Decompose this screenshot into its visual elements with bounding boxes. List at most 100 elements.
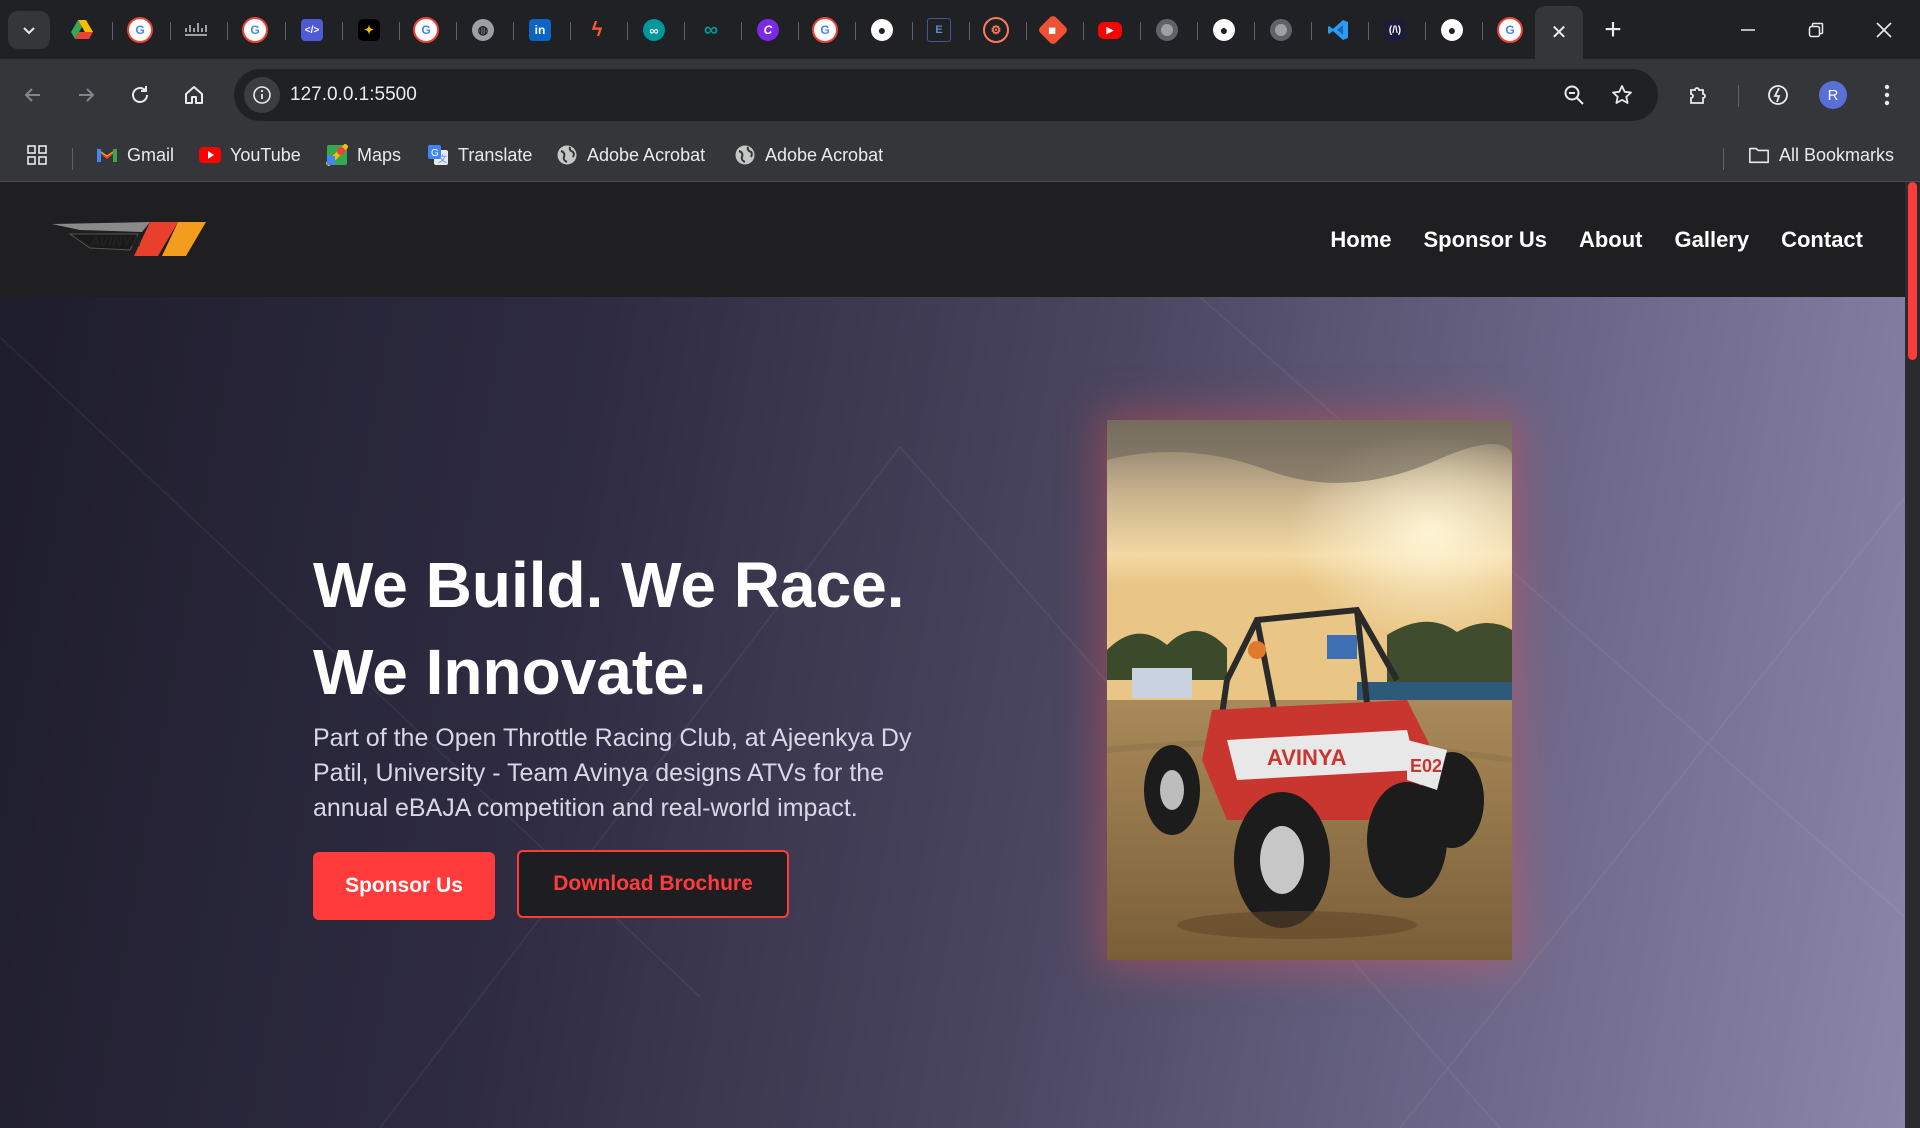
extensions-button[interactable] <box>1679 75 1719 115</box>
menu-button[interactable] <box>1867 75 1907 115</box>
google-drive-icon <box>71 20 93 39</box>
tab[interactable]: G <box>235 10 275 50</box>
tab[interactable]: in <box>520 10 560 50</box>
bookmark-youtube[interactable]: YouTube <box>199 140 301 170</box>
browser-toolbar: 127.0.0.1:5500 R <box>0 59 1920 130</box>
tab-strip: G G </> ✦ G ◍ in ϟ ∞ ∞ C G ● E ⚙ ◆ ▶ ● (… <box>0 0 1920 59</box>
restore-button[interactable] <box>1782 0 1850 59</box>
tab[interactable]: C <box>748 10 788 50</box>
avatar: R <box>1819 81 1847 109</box>
tab[interactable]: G <box>1490 10 1530 50</box>
bookmark-adobe-acrobat[interactable]: Adobe Acrobat <box>556 140 705 170</box>
apps-grid-icon <box>27 145 47 165</box>
minimize-button[interactable] <box>1714 0 1782 59</box>
linkedin-icon: in <box>529 19 551 41</box>
bookmark-label: Gmail <box>127 144 175 165</box>
bookmark-star-button[interactable] <box>1606 79 1638 111</box>
svg-text:文: 文 <box>438 153 447 164</box>
google-icon: G <box>1497 17 1523 43</box>
new-tab-button[interactable]: + <box>1593 12 1633 48</box>
svg-text:AVINYA: AVINYA <box>89 233 141 249</box>
page-viewport: AVINYA Home Sponsor Us About Gallery Con… <box>0 182 1920 1128</box>
chevron-down-icon <box>23 27 35 35</box>
tab[interactable] <box>1318 10 1358 50</box>
main-nav: Home Sponsor Us About Gallery Contact <box>1330 182 1863 297</box>
home-button[interactable] <box>174 75 214 115</box>
globe-icon: ◍ <box>472 19 494 41</box>
nav-about[interactable]: About <box>1579 227 1643 253</box>
nav-contact[interactable]: Contact <box>1781 227 1863 253</box>
atv-photo-image: AVINYA E02 <box>1107 420 1512 960</box>
team-logo[interactable]: AVINYA <box>50 216 210 264</box>
tab[interactable]: ● <box>862 10 902 50</box>
git-icon: ◆ <box>1037 14 1069 46</box>
kebab-menu-icon <box>1884 84 1890 106</box>
close-icon[interactable]: ✕ <box>1551 20 1568 45</box>
download-brochure-button[interactable]: Download Brochure <box>517 850 789 918</box>
folder-icon <box>1748 144 1770 166</box>
tab[interactable]: G <box>120 10 160 50</box>
zoom-button[interactable] <box>1558 79 1590 111</box>
page-scrollbar[interactable] <box>1905 182 1920 1128</box>
fire-icon: ✦ <box>358 19 380 41</box>
home-icon <box>185 86 203 104</box>
chrome-icon <box>1270 19 1292 41</box>
scrollbar-thumb[interactable] <box>1908 182 1917 360</box>
active-tab[interactable]: ✕ <box>1535 6 1583 59</box>
address-bar[interactable]: 127.0.0.1:5500 <box>234 69 1658 121</box>
tab[interactable]: </> <box>292 10 332 50</box>
tab[interactable]: ◆ <box>1033 10 1073 50</box>
tab[interactable]: E <box>919 10 959 50</box>
reload-button[interactable] <box>120 75 160 115</box>
star-icon <box>1612 85 1632 104</box>
bookmark-maps[interactable]: Maps <box>326 140 401 170</box>
tab[interactable]: ● <box>1204 10 1244 50</box>
tab[interactable]: ◍ <box>463 10 503 50</box>
forward-button[interactable] <box>66 75 106 115</box>
bookmark-translate[interactable]: G文 Translate <box>427 140 532 170</box>
nav-sponsor-us[interactable]: Sponsor Us <box>1424 227 1547 253</box>
nav-gallery[interactable]: Gallery <box>1675 227 1750 253</box>
profile-button[interactable]: R <box>1813 75 1853 115</box>
tab[interactable] <box>62 10 102 50</box>
tab[interactable]: ∞ <box>691 10 731 50</box>
site-info-button[interactable] <box>244 77 280 113</box>
react-icon: (/\) <box>1384 19 1406 41</box>
headline-line: We Build. We Race. <box>313 549 905 621</box>
performance-button[interactable] <box>1758 75 1798 115</box>
tab-search-button[interactable] <box>8 11 50 49</box>
tab[interactable] <box>1147 10 1187 50</box>
tab[interactable]: ✦ <box>349 10 389 50</box>
tab[interactable]: ∞ <box>634 10 674 50</box>
github-icon: ● <box>871 19 893 41</box>
minimize-icon <box>1741 28 1755 31</box>
bookmark-label: All Bookmarks <box>1779 144 1895 165</box>
tab[interactable]: ⚙ <box>976 10 1016 50</box>
tab[interactable]: (/\) <box>1375 10 1415 50</box>
code-editor-icon: E <box>927 18 951 42</box>
url-text[interactable]: 127.0.0.1:5500 <box>290 84 417 106</box>
back-button[interactable] <box>13 75 53 115</box>
bookmark-adobe-acrobat[interactable]: Adobe Acrobat <box>734 140 883 170</box>
bookmark-label: YouTube <box>230 144 301 165</box>
code-icon: </> <box>301 19 323 41</box>
canva-icon: C <box>757 19 779 41</box>
tab[interactable]: G <box>406 10 446 50</box>
tab[interactable]: ϟ <box>577 10 617 50</box>
tab[interactable]: ▶ <box>1090 10 1130 50</box>
all-bookmarks-button[interactable]: All Bookmarks <box>1748 140 1894 170</box>
apps-button[interactable] <box>26 140 48 170</box>
arrow-left-icon <box>24 88 40 102</box>
hubspot-icon: ⚙ <box>983 17 1009 43</box>
chrome-icon <box>1156 19 1178 41</box>
sponsor-us-button[interactable]: Sponsor Us <box>313 852 495 920</box>
close-window-button[interactable] <box>1850 0 1918 59</box>
tab[interactable] <box>1261 10 1301 50</box>
tab[interactable]: G <box>805 10 845 50</box>
nav-home[interactable]: Home <box>1330 227 1391 253</box>
bookmark-gmail[interactable]: Gmail <box>96 140 174 170</box>
google-icon: G <box>413 17 439 43</box>
svg-text:E02: E02 <box>1410 756 1442 776</box>
tab[interactable]: ● <box>1432 10 1472 50</box>
tab[interactable] <box>177 10 217 50</box>
